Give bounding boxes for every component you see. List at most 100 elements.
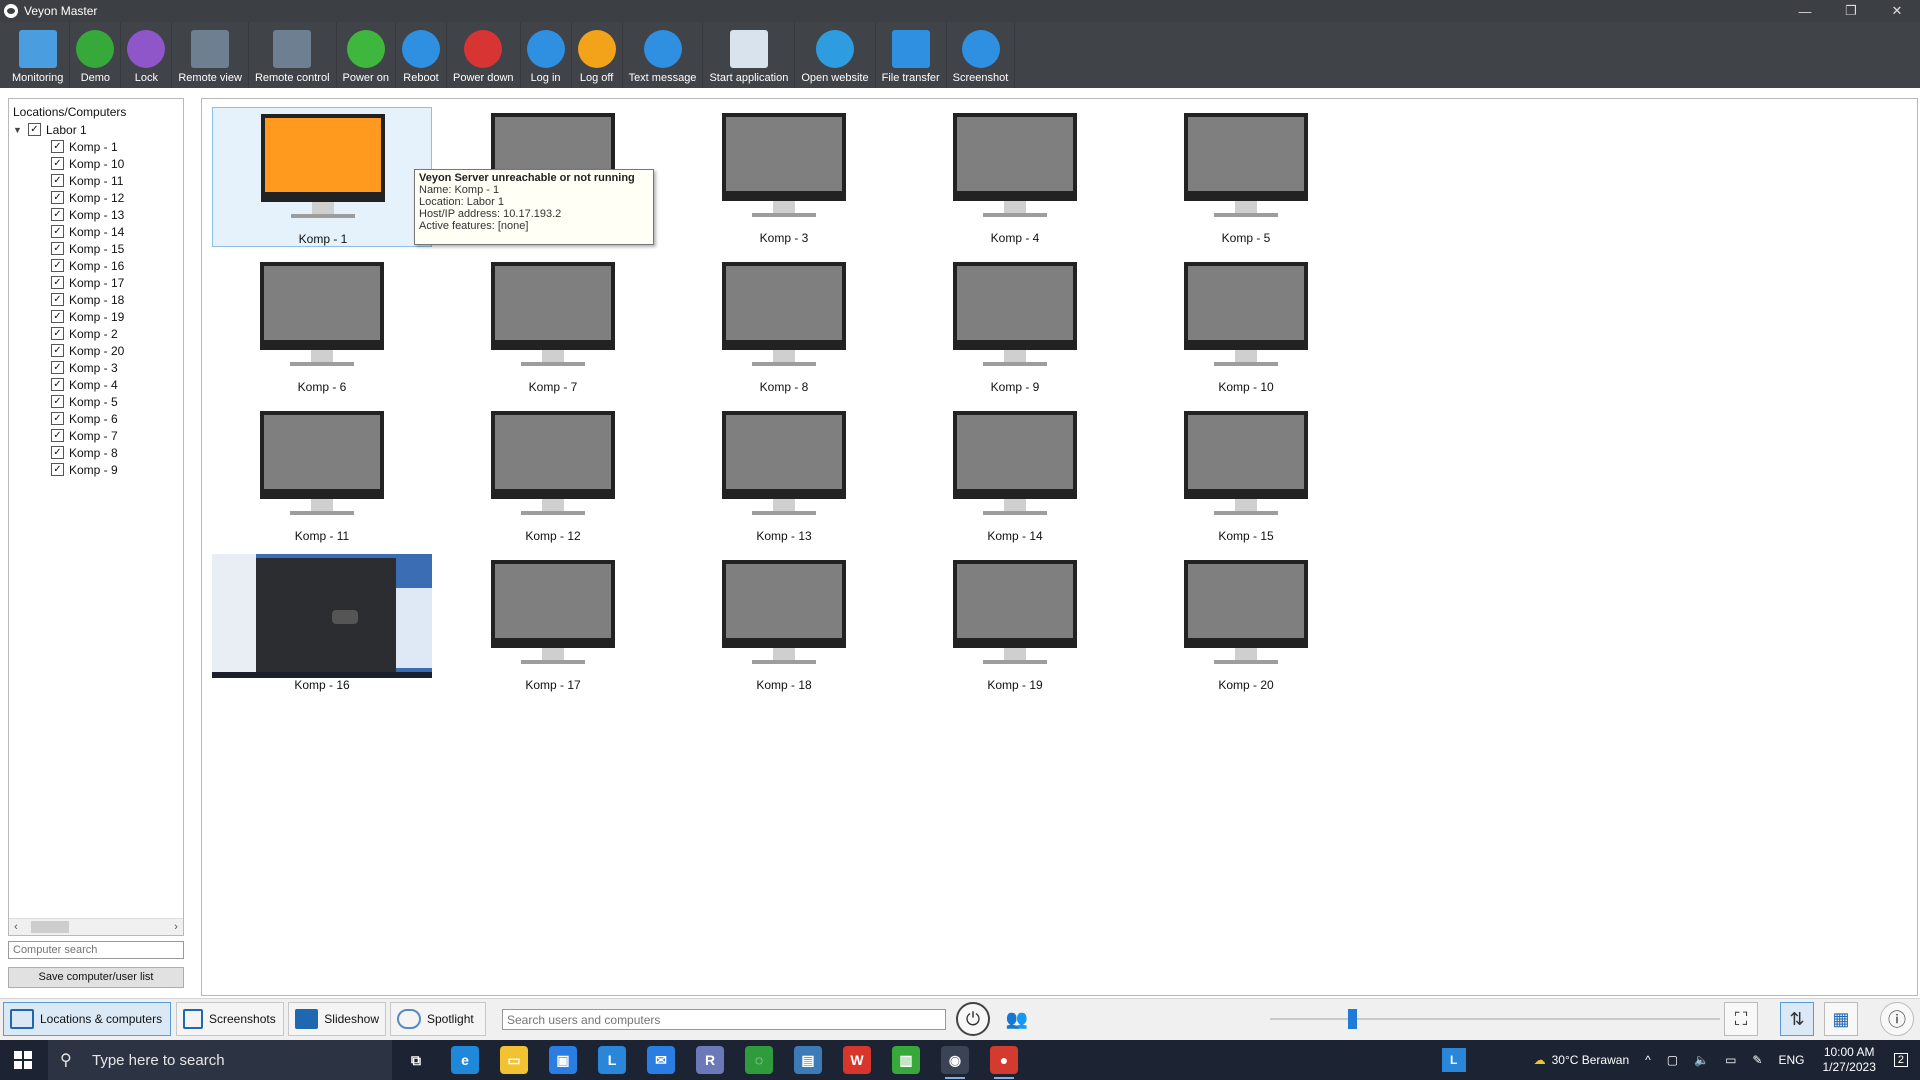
computer-checkbox[interactable]: ✓ bbox=[51, 446, 64, 459]
grid-view-icon[interactable]: ▦ bbox=[1824, 1002, 1858, 1036]
computer-checkbox[interactable]: ✓ bbox=[51, 174, 64, 187]
computer-checkbox[interactable]: ✓ bbox=[51, 140, 64, 153]
computer-tile[interactable]: Komp - 4 bbox=[905, 107, 1125, 247]
users-icon[interactable]: 👥 bbox=[1000, 1002, 1034, 1036]
chrome-icon[interactable]: ● bbox=[990, 1046, 1018, 1079]
toolbar-demo-button[interactable]: Demo bbox=[70, 22, 122, 88]
sheets-icon[interactable]: ▥ bbox=[892, 1046, 920, 1074]
power-icon[interactable]: ⏻ bbox=[956, 1002, 990, 1036]
tab-spotlight[interactable]: Spotlight bbox=[390, 1002, 486, 1036]
horizontal-scrollbar[interactable]: ‹ › bbox=[9, 918, 183, 935]
tree-computer-row[interactable]: ✓ Komp - 8 bbox=[9, 444, 183, 461]
tree-computer-row[interactable]: ✓ Komp - 11 bbox=[9, 172, 183, 189]
tree-computer-row[interactable]: ✓ Komp - 9 bbox=[9, 461, 183, 478]
computer-checkbox[interactable]: ✓ bbox=[51, 310, 64, 323]
computer-checkbox[interactable]: ✓ bbox=[51, 395, 64, 408]
mail-icon[interactable]: ✉ bbox=[647, 1046, 675, 1074]
edge-icon[interactable]: e bbox=[451, 1046, 479, 1074]
toolbar-remote-control-button[interactable]: Remote control bbox=[249, 22, 337, 88]
tree-computer-row[interactable]: ✓ Komp - 18 bbox=[9, 291, 183, 308]
auto-arrange-icon[interactable]: ⇅ bbox=[1780, 1002, 1814, 1036]
taskbar-search-box[interactable]: ⚲ Type here to search bbox=[48, 1040, 392, 1080]
computer-tile[interactable]: Komp - 15 bbox=[1136, 405, 1356, 545]
computer-tile[interactable]: Komp - 19 bbox=[905, 554, 1125, 694]
collapse-caret-icon[interactable]: ▼ bbox=[13, 125, 25, 135]
user-search-input[interactable] bbox=[502, 1009, 946, 1030]
tree-computer-row[interactable]: ✓ Komp - 12 bbox=[9, 189, 183, 206]
l-app-icon[interactable]: L bbox=[598, 1046, 626, 1074]
veyon-icon[interactable]: ◉ bbox=[941, 1046, 969, 1079]
tree-computer-row[interactable]: ✓ Komp - 5 bbox=[9, 393, 183, 410]
toolbar-screenshot-button[interactable]: Screenshot bbox=[947, 22, 1016, 88]
tree-computer-row[interactable]: ✓ Komp - 4 bbox=[9, 376, 183, 393]
scroll-left-icon[interactable]: ‹ bbox=[9, 921, 23, 933]
computer-tile[interactable]: Komp - 13 bbox=[674, 405, 894, 545]
computer-checkbox[interactable]: ✓ bbox=[51, 293, 64, 306]
info-icon[interactable]: ⓘ bbox=[1880, 1002, 1914, 1036]
computer-tile[interactable]: Komp - 12 bbox=[443, 405, 663, 545]
computer-checkbox[interactable]: ✓ bbox=[51, 157, 64, 170]
computer-tile[interactable]: Komp - 18 bbox=[674, 554, 894, 694]
restore-button[interactable]: ❐ bbox=[1828, 0, 1874, 22]
task-view-icon[interactable]: ⧉ bbox=[402, 1046, 430, 1074]
scroll-thumb[interactable] bbox=[31, 921, 69, 933]
pen-icon[interactable]: ✎ bbox=[1752, 1053, 1762, 1067]
file-explorer-icon[interactable]: ▭ bbox=[500, 1046, 528, 1074]
computer-checkbox[interactable]: ✓ bbox=[51, 344, 64, 357]
tab-screenshots[interactable]: Screenshots bbox=[176, 1002, 284, 1036]
computer-checkbox[interactable]: ✓ bbox=[51, 463, 64, 476]
toolbar-monitoring-button[interactable]: Monitoring bbox=[6, 22, 71, 88]
volume-icon[interactable]: 🔈 bbox=[1694, 1053, 1709, 1067]
computer-tile[interactable]: Komp - 3 bbox=[674, 107, 894, 247]
computer-checkbox[interactable]: ✓ bbox=[51, 242, 64, 255]
computer-checkbox[interactable]: ✓ bbox=[51, 208, 64, 221]
store-icon[interactable]: ▣ bbox=[549, 1046, 577, 1074]
tab-locations-computers[interactable]: Locations & computers bbox=[3, 1002, 171, 1036]
toolbar-reboot-button[interactable]: Reboot bbox=[396, 22, 448, 88]
tree-computer-row[interactable]: ✓ Komp - 1 bbox=[9, 138, 183, 155]
computer-checkbox[interactable]: ✓ bbox=[51, 412, 64, 425]
fit-view-icon[interactable]: ⛶ bbox=[1724, 1002, 1758, 1036]
tree-computer-row[interactable]: ✓ Komp - 20 bbox=[9, 342, 183, 359]
tree-computer-row[interactable]: ✓ Komp - 13 bbox=[9, 206, 183, 223]
tree-computer-row[interactable]: ✓ Komp - 2 bbox=[9, 325, 183, 342]
computer-checkbox[interactable]: ✓ bbox=[51, 429, 64, 442]
computer-tile[interactable]: Komp - 10 bbox=[1136, 256, 1356, 396]
tree-computer-row[interactable]: ✓ Komp - 10 bbox=[9, 155, 183, 172]
zoom-slider-track[interactable] bbox=[1270, 1018, 1720, 1020]
computer-tile[interactable]: Komp - 7 bbox=[443, 256, 663, 396]
computer-tile[interactable]: Komp - 1 bbox=[212, 107, 432, 247]
toolbar-open-website-button[interactable]: Open website bbox=[795, 22, 876, 88]
language-indicator[interactable]: ENG bbox=[1778, 1053, 1804, 1067]
toolbar-power-on-button[interactable]: Power on bbox=[337, 22, 397, 88]
tree-computer-row[interactable]: ✓ Komp - 15 bbox=[9, 240, 183, 257]
loading-app-icon[interactable]: ◌ bbox=[745, 1046, 773, 1074]
computer-search-input[interactable] bbox=[8, 941, 184, 959]
toolbar-remote-view-button[interactable]: Remote view bbox=[172, 22, 249, 88]
tab-slideshow[interactable]: Slideshow bbox=[288, 1002, 386, 1036]
tree-computer-row[interactable]: ✓ Komp - 16 bbox=[9, 257, 183, 274]
wps-icon[interactable]: W bbox=[843, 1046, 871, 1074]
computer-tile[interactable]: Komp - 11 bbox=[212, 405, 432, 545]
clock[interactable]: 10:00 AM 1/27/2023 bbox=[1822, 1045, 1875, 1075]
tree-computer-row[interactable]: ✓ Komp - 6 bbox=[9, 410, 183, 427]
l-tray-icon[interactable]: L bbox=[1441, 1048, 1466, 1072]
computer-checkbox[interactable]: ✓ bbox=[51, 361, 64, 374]
network-icon[interactable]: ▭ bbox=[1725, 1053, 1736, 1067]
tree-computer-row[interactable]: ✓ Komp - 3 bbox=[9, 359, 183, 376]
meet-now-icon[interactable]: ▢ bbox=[1667, 1053, 1678, 1067]
computer-tile[interactable]: Komp - 9 bbox=[905, 256, 1125, 396]
notifications-icon[interactable]: 2 bbox=[1893, 1053, 1908, 1067]
toolbar-lock-button[interactable]: Lock bbox=[121, 22, 173, 88]
computer-checkbox[interactable]: ✓ bbox=[51, 276, 64, 289]
toolbar-power-down-button[interactable]: Power down bbox=[447, 22, 521, 88]
toolbar-log-in-button[interactable]: Log in bbox=[521, 22, 572, 88]
toolbar-text-message-button[interactable]: Text message bbox=[623, 22, 704, 88]
toolbar-file-transfer-button[interactable]: File transfer bbox=[876, 22, 947, 88]
scroll-right-icon[interactable]: › bbox=[169, 921, 183, 933]
computer-checkbox[interactable]: ✓ bbox=[51, 225, 64, 238]
computer-checkbox[interactable]: ✓ bbox=[51, 327, 64, 340]
tree-location-row[interactable]: ▼ ✓ Labor 1 bbox=[9, 121, 183, 138]
computer-tile[interactable]: Komp - 5 bbox=[1136, 107, 1356, 247]
computer-tile[interactable]: Komp - 20 bbox=[1136, 554, 1356, 694]
